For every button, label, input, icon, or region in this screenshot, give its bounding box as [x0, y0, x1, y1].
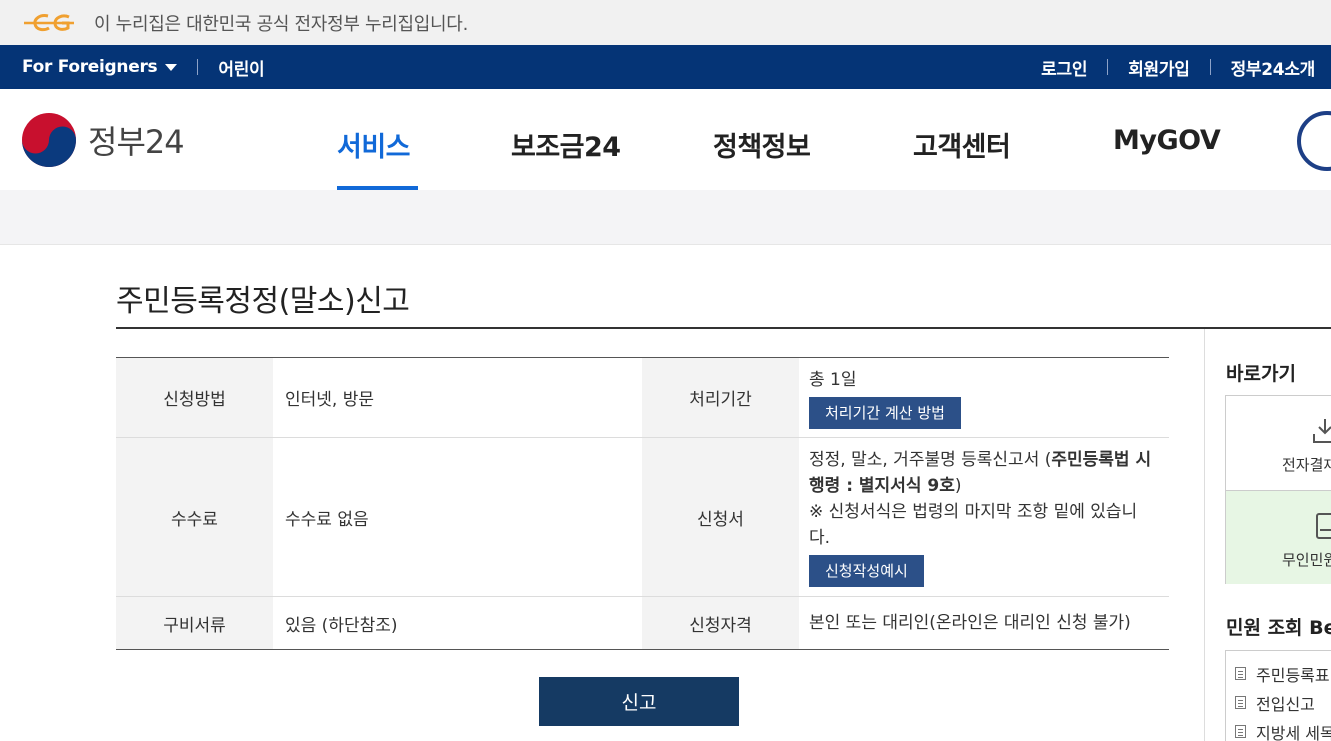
logo-text: 정부24 [88, 123, 185, 161]
header-application-form: 신청서 [642, 438, 799, 596]
official-banner-text: 이 누리집은 대한민국 공식 전자정부 누리집입니다. [94, 13, 468, 35]
divider [197, 59, 199, 75]
site-header: 정부24 서비스 보조금24 정책정보 고객센터 MyGOV [0, 89, 1331, 192]
table-row: 구비서류 있음 (하단참조) 신청자격 본인 또는 대리인(온라인은 대리인 신… [116, 597, 1169, 649]
shortcut-unmanned-kiosk[interactable]: 무인민원 [1226, 490, 1331, 584]
nav-policy-info[interactable]: 정책정보 [713, 125, 811, 164]
table-row: 수수료 수수료 없음 신청서 정정, 말소, 거주불명 등록신고서 (주민등록법… [116, 438, 1169, 597]
value-eligibility: 본인 또는 대리인(온라인은 대리인 신청 불가) [809, 613, 1131, 633]
nav-subsidy24[interactable]: 보조금24 [511, 125, 621, 164]
for-foreigners-menu[interactable]: For Foreigners [22, 57, 178, 77]
value-application-form: 정정, 말소, 거주불명 등록신고서 (주민등록법 시행령 : 별지서식 9호)… [799, 438, 1169, 596]
list-item[interactable]: 전입신고 [1226, 688, 1331, 717]
list-item-label: 지방세 세목 [1256, 723, 1331, 741]
header-apply-method: 신청방법 [116, 358, 273, 437]
document-icon [1235, 725, 1246, 738]
caret-down-icon [165, 63, 178, 71]
best-inquiry-title: 민원 조회 Best [1226, 617, 1331, 639]
search-icon[interactable] [1297, 111, 1331, 171]
page-title: 주민등록정정(말소)신고 [116, 284, 410, 319]
form-text-suffix: ) [954, 476, 962, 496]
nav-customer-center[interactable]: 고객센터 [913, 125, 1011, 164]
gov24-logo[interactable]: 정부24 [20, 111, 185, 169]
divider [1209, 59, 1211, 75]
value-processing-period: 총 1일 처리기간 계산 방법 [799, 358, 1169, 437]
application-form-text: 정정, 말소, 거주불명 등록신고서 (주민등록법 시행령 : 별지서식 9호) [809, 447, 1153, 499]
list-item[interactable]: 지방세 세목 [1226, 717, 1331, 741]
for-foreigners-label: For Foreigners [22, 57, 158, 77]
table-row: 신청방법 인터넷, 방문 처리기간 총 1일 처리기간 계산 방법 [116, 358, 1169, 438]
divider [1107, 59, 1109, 75]
kids-link[interactable]: 어린이 [218, 55, 264, 80]
about-gov24-link[interactable]: 정부24소개 [1231, 55, 1316, 80]
shortcut-label: 전자결재 [1282, 456, 1331, 474]
value-apply-method: 인터넷, 방문 [285, 390, 375, 410]
shortcut-label: 무인민원 [1282, 551, 1331, 569]
header-fee: 수수료 [116, 438, 273, 596]
list-item-label: 주민등록표 [1256, 665, 1330, 685]
value-fee: 수수료 없음 [285, 509, 369, 530]
login-link[interactable]: 로그인 [1041, 55, 1087, 80]
side-divider [1204, 329, 1205, 741]
title-divider [116, 327, 1331, 329]
shortcut-e-approval[interactable]: 전자결재 [1226, 396, 1331, 490]
form-text-prefix: 정정, 말소, 거주불명 등록신고서 ( [809, 450, 1052, 470]
application-example-button[interactable]: 신청작성예시 [809, 555, 924, 587]
kiosk-icon [1316, 513, 1331, 539]
header-eligibility: 신청자격 [642, 597, 799, 649]
document-icon [1235, 667, 1246, 680]
document-icon [1235, 696, 1246, 709]
nav-mygov[interactable]: MyGOV [1113, 125, 1221, 156]
best-inquiry-list: 주민등록표 전입신고 지방세 세목 [1225, 650, 1331, 741]
header-processing-period: 처리기간 [642, 358, 799, 437]
shortcut-panel: 전자결재 무인민원 [1225, 395, 1331, 584]
processing-period-calc-button[interactable]: 처리기간 계산 방법 [809, 396, 961, 429]
signup-link[interactable]: 회원가입 [1128, 55, 1190, 80]
list-item[interactable]: 주민등록표 [1226, 659, 1331, 688]
utility-bar: For Foreigners 어린이 로그인 회원가입 정부24소개 [0, 45, 1331, 89]
service-info-table: 신청방법 인터넷, 방문 처리기간 총 1일 처리기간 계산 방법 수수료 수수… [116, 357, 1169, 650]
breadcrumb-band [0, 190, 1331, 245]
submit-report-button[interactable]: 신고 [539, 677, 739, 726]
taegeuk-logo-icon [22, 113, 76, 167]
value-required-documents: 있음 (하단참조) [285, 615, 398, 636]
eg-logo-icon [24, 13, 74, 31]
official-gov-banner: 이 누리집은 대한민국 공식 전자정부 누리집입니다. [0, 0, 1331, 45]
list-item-label: 전입신고 [1256, 694, 1315, 714]
application-form-note: ※ 신청서식은 법령의 마지막 조항 밑에 있습니다. [809, 502, 1138, 548]
nav-service[interactable]: 서비스 [337, 125, 411, 164]
processing-period-text: 총 1일 [809, 369, 857, 390]
header-required-documents: 구비서류 [116, 597, 273, 649]
download-icon [1313, 419, 1331, 443]
shortcut-title: 바로가기 [1226, 363, 1296, 385]
